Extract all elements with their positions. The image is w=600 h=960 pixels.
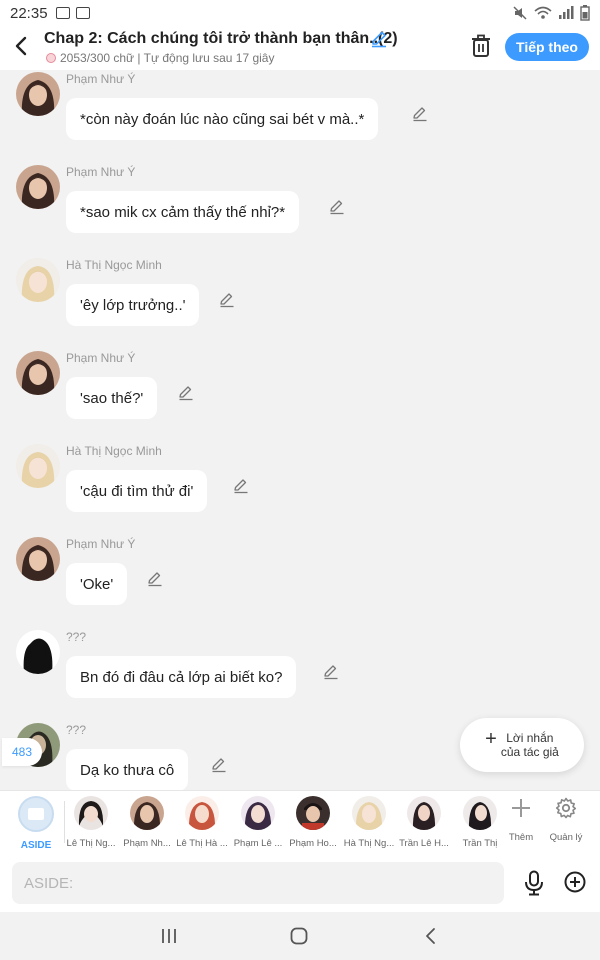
cherry-blossom-icon <box>46 53 56 63</box>
avatar-pham-nhu-y[interactable] <box>16 72 60 116</box>
edit-pencil-icon[interactable] <box>178 385 194 401</box>
battery-icon <box>580 5 590 21</box>
message-bubble[interactable]: *sao mik cx cảm thấy thế nhỉ?* <box>66 191 300 233</box>
back-chevron-icon[interactable] <box>10 34 34 58</box>
chat-message: ??? Bn đó đi đâu cả lớp ai biết ko? <box>0 628 600 718</box>
avatar-pham-nhu-y[interactable] <box>16 537 60 581</box>
signal-icon <box>559 6 574 19</box>
chat-message: Phạm Như Ý *sao mik cx cảm thấy thế nhỉ?… <box>0 163 600 253</box>
add-character-button[interactable]: Thêm <box>501 797 541 843</box>
edit-pencil-icon[interactable] <box>219 292 235 308</box>
message-bubble[interactable]: 'Oke' <box>66 563 128 605</box>
character-item[interactable]: Hà Thị Ng... <box>342 796 396 849</box>
title-pencil-icon[interactable] <box>370 30 388 48</box>
wifi-icon <box>534 6 552 19</box>
character-item[interactable]: Trần Lê H... <box>397 796 451 849</box>
word-count-autosave: 2053/300 chữ | Tự động lưu sau 17 giây <box>60 51 275 65</box>
character-avatar <box>185 796 219 830</box>
plus-icon <box>512 799 530 817</box>
gallery-icon <box>55 7 70 19</box>
message-count-badge[interactable]: 483 <box>2 738 42 766</box>
character-avatar <box>352 796 386 830</box>
sender-name: Phạm Như Ý <box>66 351 136 365</box>
system-navigation-bar <box>0 912 600 960</box>
message-bubble[interactable]: 'êy lớp trưởng..' <box>66 284 200 326</box>
chat-message: Hà Thị Ngọc Minh 'cậu đi tìm thử đi' <box>0 442 600 532</box>
sender-name: Phạm Như Ý <box>66 72 136 86</box>
aside-input[interactable] <box>12 862 504 904</box>
chat-message: Hà Thị Ngọc Minh 'êy lớp trưởng..' <box>0 256 600 346</box>
avatar-unknown[interactable] <box>16 630 60 674</box>
gear-icon <box>555 797 577 819</box>
character-avatar <box>74 796 108 830</box>
avatar-pham-nhu-y[interactable] <box>16 165 60 209</box>
edit-pencil-icon[interactable] <box>147 571 163 587</box>
status-bar: 22:35 <box>0 0 600 26</box>
author-note-button[interactable]: + Lời nhắn của tác giả <box>460 718 584 772</box>
edit-pencil-icon[interactable] <box>323 664 339 680</box>
message-bubble[interactable]: *còn này đoán lúc nào cũng sai bét v mà.… <box>66 98 379 140</box>
input-row <box>0 854 600 912</box>
character-avatar <box>407 796 441 830</box>
sender-name: Phạm Như Ý <box>66 165 136 179</box>
mute-icon <box>513 6 527 20</box>
recent-apps-icon[interactable] <box>159 926 179 946</box>
message-bubble[interactable]: Dạ ko thưa cô <box>66 749 189 790</box>
avatar-ha-thi-ngoc-minh[interactable] <box>16 444 60 488</box>
app-notification-icon <box>75 7 90 19</box>
edit-pencil-icon[interactable] <box>329 199 345 215</box>
character-item[interactable]: Phạm Lê ... <box>231 796 285 849</box>
plus-icon: + <box>485 728 497 750</box>
avatar-pham-nhu-y[interactable] <box>16 351 60 395</box>
microphone-icon[interactable] <box>522 870 546 896</box>
aside-icon <box>18 796 54 832</box>
character-item[interactable]: Trần Thị <box>453 796 507 849</box>
character-avatar <box>296 796 330 830</box>
chat-area[interactable]: Phạm Như Ý *còn này đoán lúc nào cũng sa… <box>0 70 600 790</box>
next-button[interactable]: Tiếp theo <box>505 33 589 61</box>
chat-message: Phạm Như Ý 'sao thế?' <box>0 349 600 439</box>
aside-tab[interactable]: ASIDE <box>14 796 58 851</box>
sender-name: Hà Thị Ngọc Minh <box>66 258 162 272</box>
edit-pencil-icon[interactable] <box>412 106 428 122</box>
edit-pencil-icon[interactable] <box>233 478 249 494</box>
plus-circle-icon[interactable] <box>564 871 586 893</box>
sender-name: Phạm Như Ý <box>66 537 136 551</box>
character-item[interactable]: Lê Thị Ng... <box>64 796 118 849</box>
status-time: 22:35 <box>10 4 48 22</box>
sender-name: ??? <box>66 723 87 737</box>
trash-icon[interactable] <box>470 34 492 58</box>
sender-name: ??? <box>66 630 87 644</box>
character-avatar <box>130 796 164 830</box>
character-item[interactable]: Phạm Ho... <box>286 796 340 849</box>
chapter-title[interactable]: Chap 2: Cách chúng tôi trở thành bạn thâ… <box>44 30 398 48</box>
message-bubble[interactable]: 'sao thế?' <box>66 377 158 419</box>
edit-pencil-icon[interactable] <box>211 757 227 773</box>
home-icon[interactable] <box>289 926 309 946</box>
character-item[interactable]: Lê Thị Hà ... <box>175 796 229 849</box>
status-icons <box>512 5 590 21</box>
message-bubble[interactable]: Bn đó đi đâu cả lớp ai biết ko? <box>66 656 297 698</box>
character-bar: ASIDE Lê Thị Ng... Phạm Nh... Lê Thị Hà … <box>0 790 600 854</box>
chat-message: Phạm Như Ý 'Oke' <box>0 535 600 625</box>
author-note-label: Lời nhắn của tác giả <box>500 731 559 759</box>
chapter-subtitle: 2053/300 chữ | Tự động lưu sau 17 giây <box>46 51 274 65</box>
editor-header: Chap 2: Cách chúng tôi trở thành bạn thâ… <box>0 26 600 70</box>
message-bubble[interactable]: 'cậu đi tìm thử đi' <box>66 470 208 512</box>
back-icon[interactable] <box>421 926 441 946</box>
character-avatar <box>463 796 497 830</box>
avatar-ha-thi-ngoc-minh[interactable] <box>16 258 60 302</box>
character-item[interactable]: Phạm Nh... <box>120 796 174 849</box>
character-avatar <box>241 796 275 830</box>
manage-characters-button[interactable]: Quản lý <box>546 797 586 843</box>
sender-name: Hà Thị Ngọc Minh <box>66 444 162 458</box>
chat-message: Phạm Như Ý *còn này đoán lúc nào cũng sa… <box>0 70 600 160</box>
